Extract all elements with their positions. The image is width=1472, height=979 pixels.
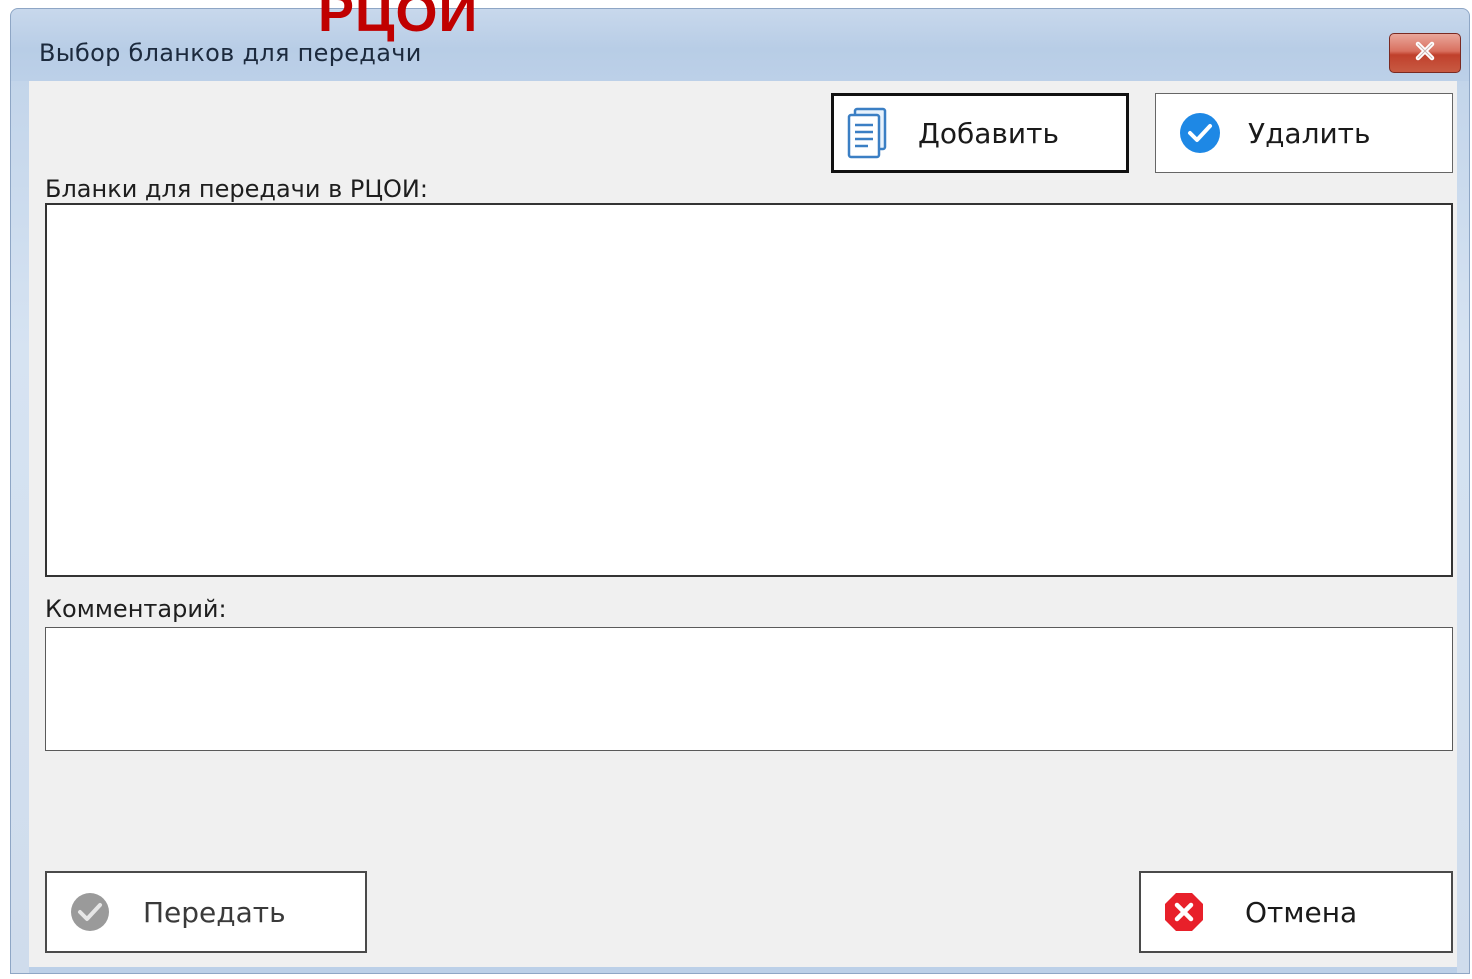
check-circle-gray-icon [69,891,111,933]
comment-field[interactable] [45,627,1453,751]
cancel-button-label: Отмена [1245,895,1358,929]
close-x-icon [1412,40,1438,66]
blanks-listbox[interactable] [45,203,1453,577]
check-circle-icon [1178,111,1222,155]
window-title: Выбор бланков для передачи [39,39,422,67]
add-button[interactable]: Добавить [831,93,1129,173]
cancel-button[interactable]: Отмена [1139,871,1453,953]
overlay-title: РЦОИ [318,0,479,43]
dialog-window: Выбор бланков для передачи Добавить Удал… [10,8,1470,974]
close-button[interactable] [1389,33,1461,73]
dialog-client-area: Добавить Удалить Бланки для передачи в Р… [29,81,1459,967]
add-button-label: Добавить [918,116,1059,150]
send-button[interactable]: Передать [45,871,367,953]
delete-button-label: Удалить [1248,116,1371,150]
document-icon [846,107,888,159]
send-button-label: Передать [143,895,286,929]
comment-label: Комментарий: [45,595,227,623]
blanks-list-label: Бланки для передачи в РЦОИ: [45,175,428,203]
delete-button[interactable]: Удалить [1155,93,1453,173]
cancel-x-circle-icon [1163,891,1205,933]
